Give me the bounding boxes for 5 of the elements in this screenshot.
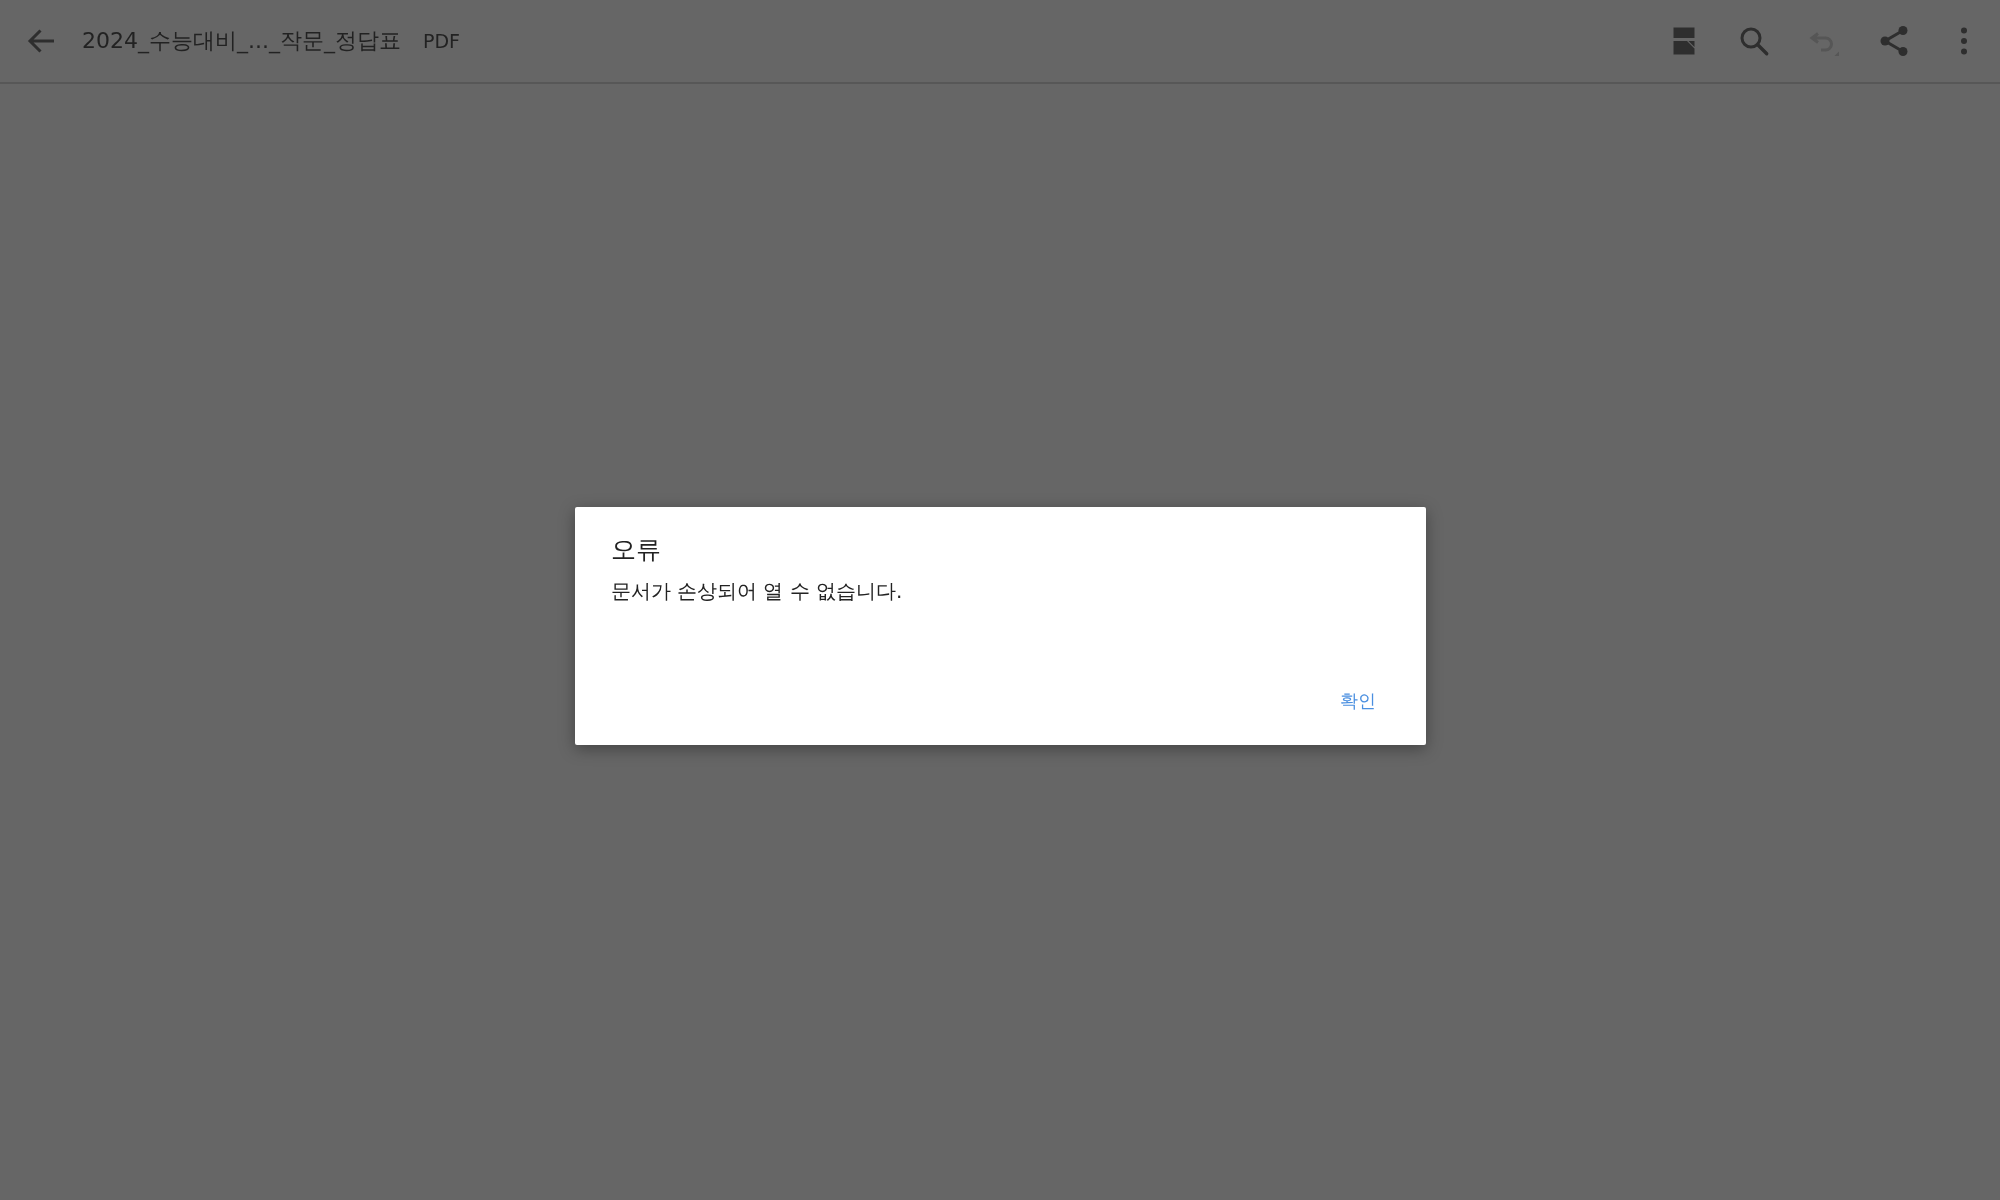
dialog-title: 오류 [610, 534, 662, 566]
dialog-message: 문서가 손상되어 열 수 없습니다. [610, 578, 904, 605]
document-title: 2024_수능대비_..._작문_정답표 [82, 27, 401, 56]
confirm-button[interactable]: 확인 [1325, 683, 1390, 719]
file-type-label: PDF [422, 30, 460, 52]
